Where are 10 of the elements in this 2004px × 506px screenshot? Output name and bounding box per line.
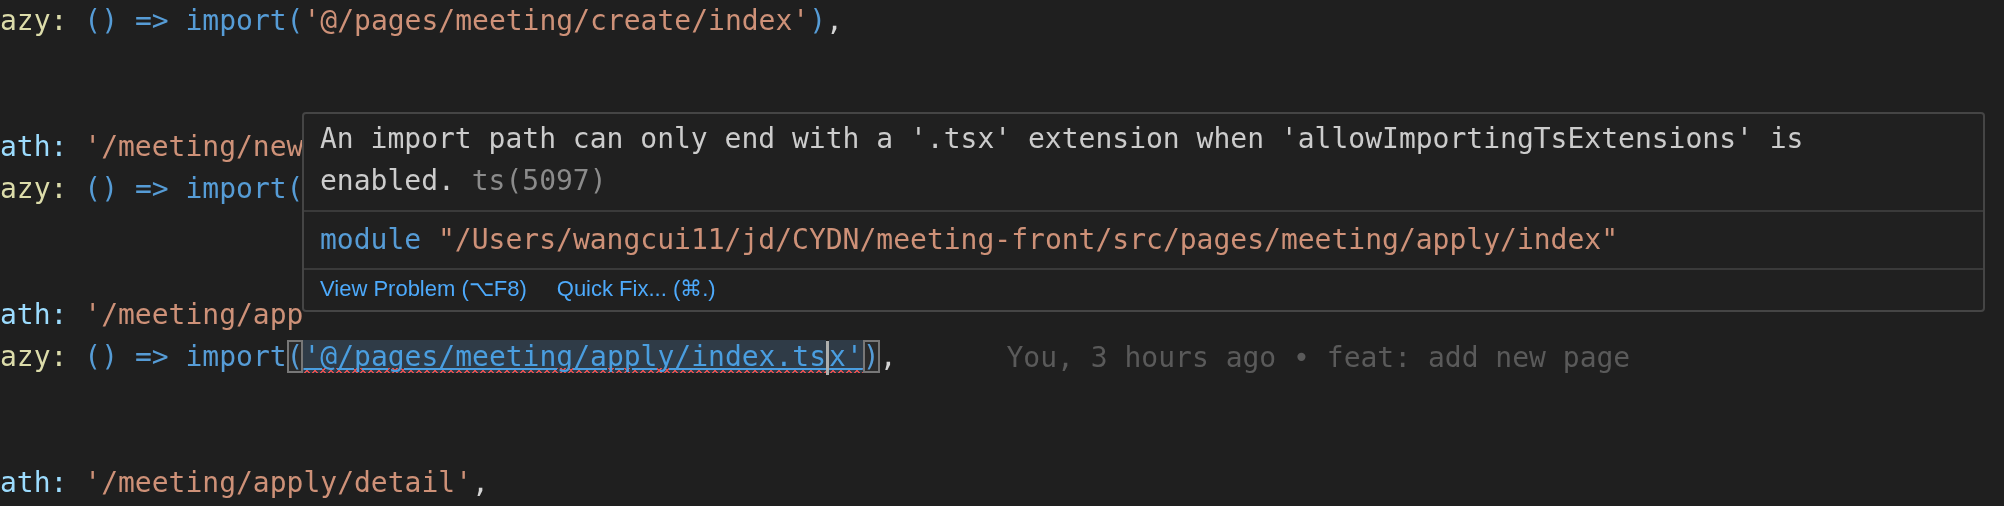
code-line: ath: '/meeting/new — [0, 129, 304, 165]
code-line: azy: () => import( — [0, 171, 304, 207]
error-message: An import path can only end with a '.tsx' extension when 'allowImportingTsExtensions' is enabled. ts(5097) — [319, 121, 1805, 199]
code-line: ath: '/meeting/apply/detail', — [0, 465, 489, 501]
module-signature: module "/Users/wangcui11/jd/CYDN/meeting-front/src/pages/meeting/apply/index" — [319, 222, 1620, 258]
quick-fix-link[interactable]: Quick Fix... (⌘.) — [556, 276, 716, 302]
view-problem-link[interactable]: View Problem (⌥F8) — [320, 276, 527, 302]
blame-annotation: You, 3 hours ago • feat: add new page — [1006, 340, 1631, 374]
code-line: ath: '/meeting/app — [0, 297, 304, 333]
code-line: azy: () => import('@/pages/meeting/create/index'), — [0, 3, 843, 39]
